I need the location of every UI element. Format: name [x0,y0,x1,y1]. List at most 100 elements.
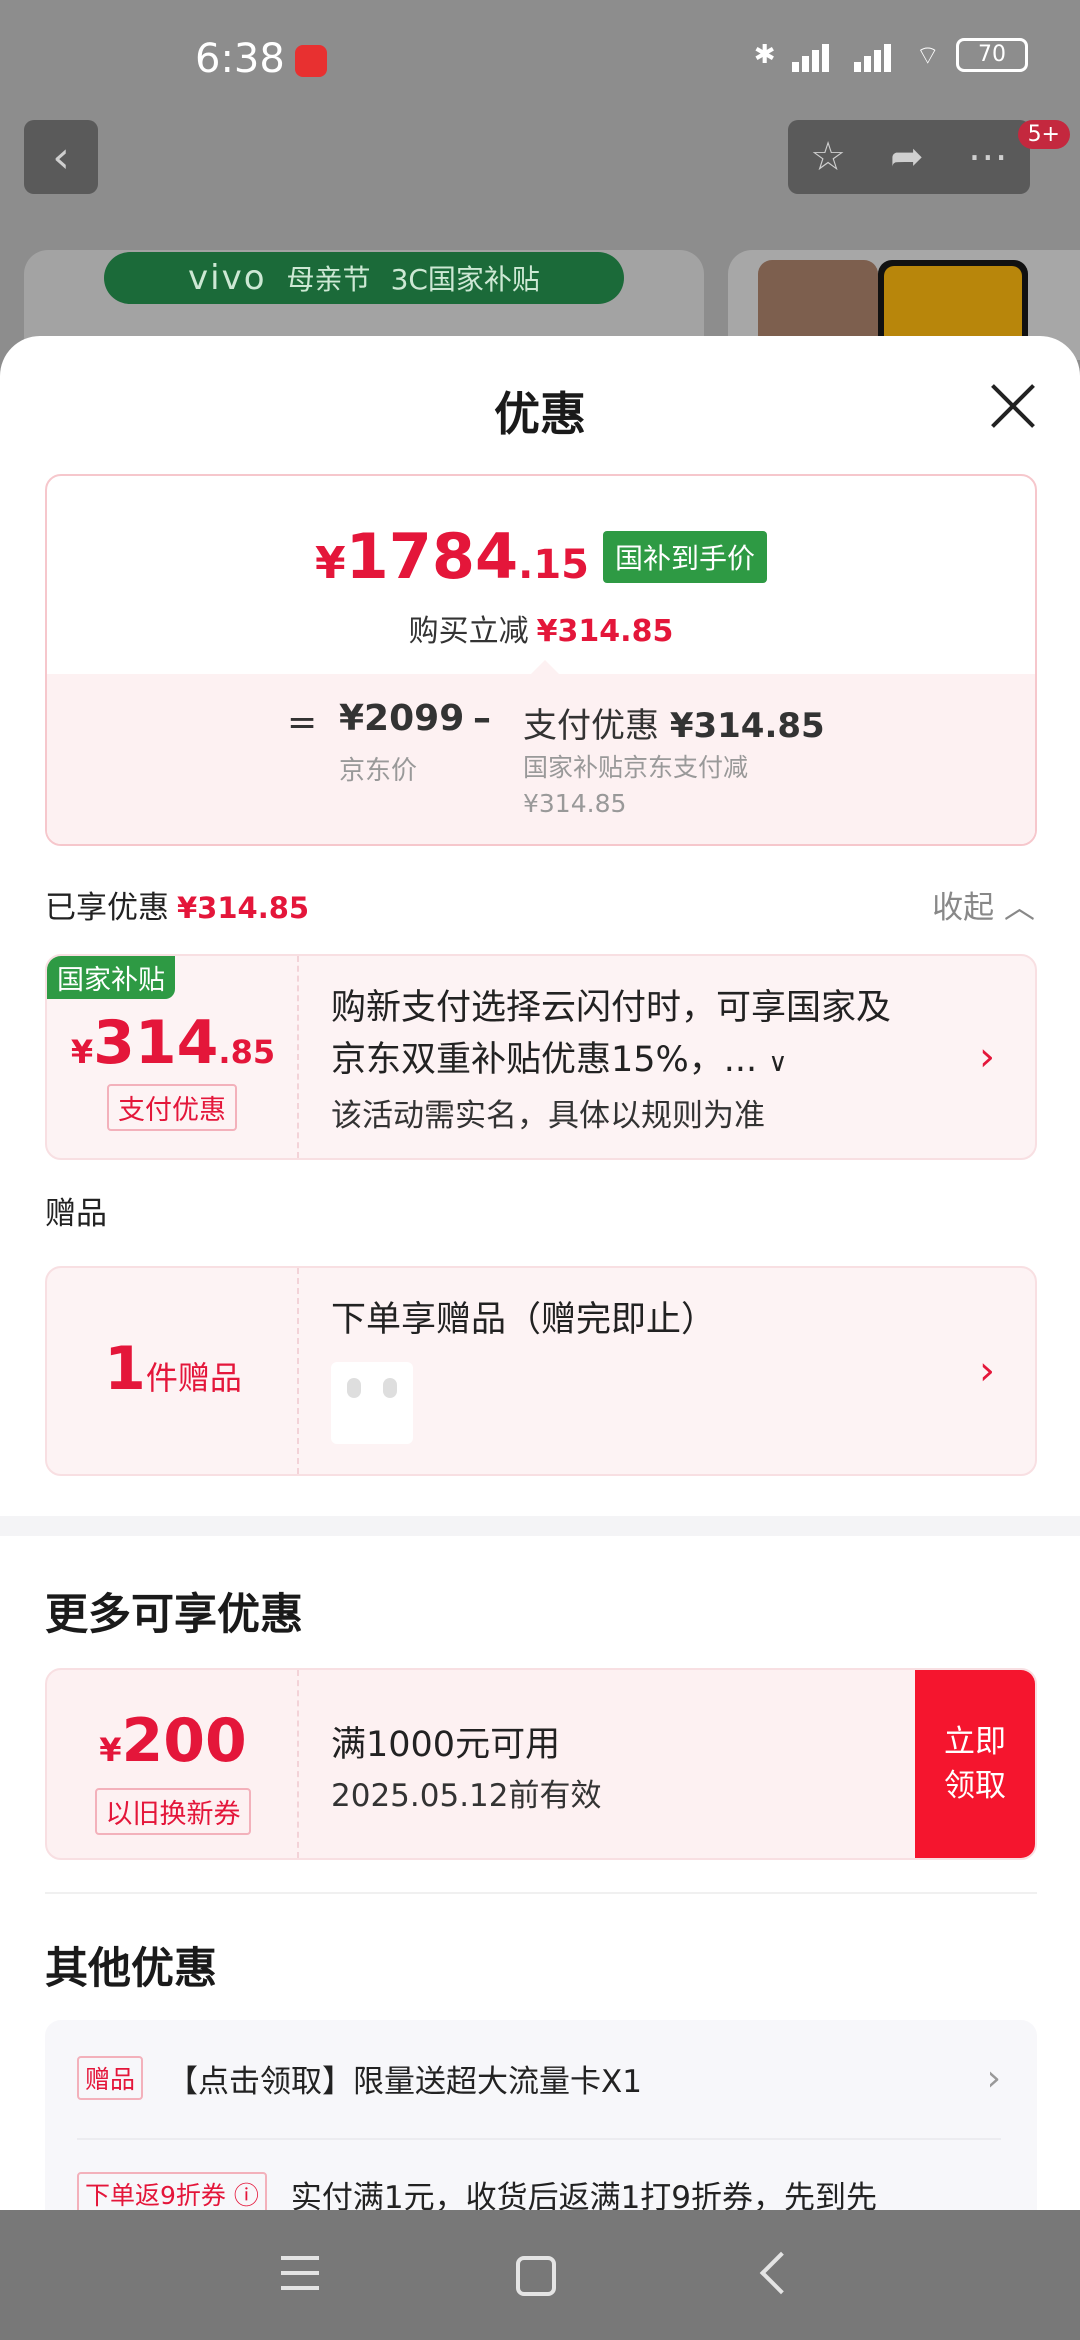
gift-count-number: 1 [104,1334,146,1404]
gift-heading: 赠品 [45,1196,107,1232]
voucher-amount: ¥200 [47,1706,299,1776]
payment-desc-line1: 国家补贴京东支付减 [523,753,749,782]
favorite-star-icon[interactable]: ☆ [810,134,846,180]
top-nav: ‹ ☆ ➦ ⋯ 5+ [0,120,1080,220]
row-divider [77,2138,1001,2140]
app-notification-icon [295,45,327,77]
more-discounts-title: 更多可享优惠 [45,1590,303,1640]
payment-discount-label: 支付优惠 [523,706,659,746]
price-breakdown: = ¥2099 京东价 – 支付优惠 ¥314.85 国家补贴京东支付减 ¥31… [47,660,1035,844]
voucher-type: 以旧换新券 [95,1788,251,1835]
home-icon[interactable] [516,2256,556,2296]
trade-in-voucher: ¥200 以旧换新券 满1000元可用 2025.05.12前有效 立即领取 [45,1668,1037,1860]
payment-discount-amount: ¥314.85 [669,706,825,746]
coupon-left: 国家补贴 ¥314.85 支付优惠 [47,956,299,1158]
rebate-tag: 下单返9折券 ⓘ [77,2172,267,2210]
discount-sheet: 优惠 ¥1784.15 国补到手价 购买立减 ¥314.85 = ¥2099 京东… [0,336,1080,2210]
notch [531,660,559,674]
coupon-desc-line2: 京东双重补贴优惠15%，... [331,1040,758,1080]
voucher-validity: 2025.05.12前有效 [331,1778,602,1814]
gift-count: 1件赠品 [47,1334,299,1404]
system-nav-bar [0,2210,1080,2340]
status-bar: 6:38 ✱ ⌔ 70 [0,0,1080,120]
voucher-currency: ¥ [99,1731,122,1769]
equals-sign: = [287,702,318,743]
claim-voucher-label: 立即领取 [944,1724,1006,1804]
chevron-right-icon: › [986,2057,1001,2099]
battery-icon: 70 [956,38,1028,72]
instant-discount-label: 购买立减 [408,614,529,649]
status-time: 6:38 [195,36,285,82]
status-icons: ✱ ⌔ 70 [754,38,1028,72]
coupon-description: 购新支付选择云闪付时，可享国家及 京东双重补贴优惠15%，... ∨ [331,982,955,1089]
list-item-text: 实付满1元，收货后返满1打9折券，先到先 [290,2179,878,2211]
coupon-currency: ¥ [70,1033,94,1071]
jd-price: ¥2099 [339,698,465,739]
gift-left: 1件赠品 [47,1268,299,1474]
coupon-amount: ¥314.85 [47,1008,299,1078]
voucher-left: ¥200 以旧换新券 [47,1670,299,1858]
chevron-left-icon: ‹ [52,131,70,183]
coupon-right: 购新支付选择云闪付时，可享国家及 京东双重补贴优惠15%，... ∨ 该活动需实… [299,956,1035,1158]
other-discounts-title: 其他优惠 [45,1944,217,1994]
voucher-amount-number: 200 [121,1706,247,1776]
gift-right: 下单享赠品（赠完即止） › [299,1268,1035,1474]
subsidy-tag: 国家补贴 [47,956,175,999]
final-price-decimal: .15 [518,542,590,588]
coupon-type: 支付优惠 [107,1084,237,1131]
divider-line [45,1892,1037,1894]
message-badge: 5+ [1017,120,1070,149]
subsidy-label: 3C国家补贴 [390,263,540,296]
enjoyed-label: 已享优惠 [45,890,169,926]
payment-discount-desc: 国家补贴京东支付减 ¥314.85 [523,750,803,822]
earphones-image [331,1362,413,1444]
other-discounts-list: 赠品 【点击领取】限量送超大流量卡X1 › 下单返9折券 ⓘ 实付满1元，收货后… [45,2020,1037,2210]
gift-tag: 赠品 [77,2056,144,2100]
coupon-amount-integer: 314 [93,1008,219,1078]
share-icon[interactable]: ➦ [890,134,924,180]
nav-actions: ☆ ➦ ⋯ [788,120,1030,194]
final-price: ¥1784.15 [315,520,589,593]
final-price-integer: 1784 [345,520,519,593]
list-item[interactable]: 下单返9折券 ⓘ 实付满1元，收货后返满1打9折券，先到先 [77,2154,1001,2210]
subsidy-coupon[interactable]: 国家补贴 ¥314.85 支付优惠 购新支付选择云闪付时，可享国家及 京东双重补… [45,954,1037,1160]
claim-voucher-button[interactable]: 立即领取 [915,1670,1035,1858]
back-icon[interactable] [754,2250,804,2300]
chevron-up-icon: ︿ [1004,890,1035,926]
instant-discount-amount: ¥314.85 [536,614,674,649]
section-divider [0,1516,1080,1536]
payment-discount: 支付优惠 ¥314.85 [523,698,825,747]
coupon-desc-line2-wrap: 京东双重补贴优惠15%，... ∨ [331,1034,955,1089]
wifi-icon: ⌔ [915,40,940,71]
gift-title: 下单享赠品（赠完即止） [331,1300,717,1340]
chevron-down-icon[interactable]: ∨ [768,1048,787,1078]
price-summary-card: ¥1784.15 国补到手价 购买立减 ¥314.85 = ¥2099 京东价 –… [45,474,1037,846]
signal-icon [791,38,838,72]
signal-icon [853,38,900,72]
collapse-button[interactable]: 收起 ︿ [932,882,1035,927]
close-icon[interactable] [988,382,1036,430]
gift-card[interactable]: 1件赠品 下单享赠品（赠完即止） › [45,1266,1037,1476]
menu-icon[interactable] [275,2250,325,2300]
chevron-right-icon: › [979,1034,995,1080]
list-item[interactable]: 赠品 【点击领取】限量送超大流量卡X1 › [77,2038,1001,2118]
sheet-title: 优惠 [494,387,586,441]
coupon-note: 该活动需实名，具体以规则为准 [331,1098,765,1134]
gift-count-unit: 件赠品 [145,1359,242,1397]
final-price-row: ¥1784.15 国补到手价 [47,520,1035,593]
instant-discount: 购买立减 ¥314.85 [47,606,1035,650]
more-icon[interactable]: ⋯ [968,134,1008,180]
list-item-text: 【点击领取】限量送超大流量卡X1 [167,2063,642,2100]
brand-logo: vivo [188,258,267,298]
payment-desc-line2: ¥314.85 [523,789,627,818]
price-top: ¥1784.15 国补到手价 购买立减 ¥314.85 [47,476,1035,674]
final-price-currency: ¥ [314,538,346,589]
back-button[interactable]: ‹ [24,120,98,194]
bluetooth-icon: ✱ [753,40,776,70]
chevron-right-icon: › [979,1348,995,1394]
voucher-rule: 满1000元可用 [331,1725,561,1765]
coupon-amount-decimal: .85 [218,1033,276,1071]
enjoyed-amount: ¥314.85 [177,891,310,925]
jd-price-label: 京东价 [339,756,418,786]
enjoyed-discount: 已享优惠 ¥314.85 [45,882,309,927]
